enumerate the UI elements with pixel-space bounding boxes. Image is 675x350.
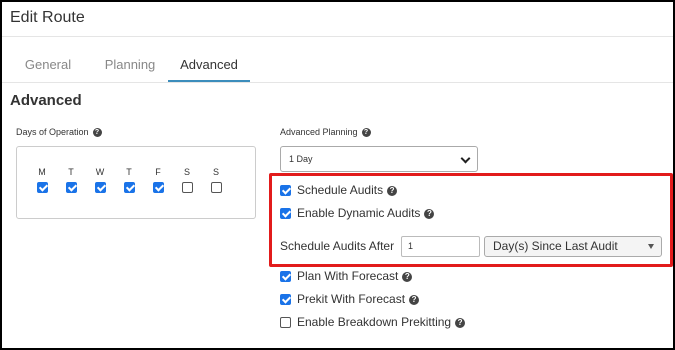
day-wednesday: W bbox=[92, 167, 108, 197]
enable-dynamic-audits-checkbox[interactable] bbox=[280, 208, 291, 220]
dropdown-arrow-icon bbox=[648, 244, 654, 249]
day-thursday: T bbox=[121, 167, 137, 197]
tab-divider bbox=[2, 82, 673, 83]
day-friday-checkbox[interactable] bbox=[152, 182, 164, 194]
enable-dynamic-audits-option[interactable]: Enable Dynamic Audits? bbox=[280, 206, 435, 220]
day-monday-checkbox[interactable] bbox=[36, 182, 48, 194]
tab-advanced[interactable]: Advanced bbox=[168, 50, 250, 82]
edit-route-window: Edit Route General Planning Advanced Adv… bbox=[0, 0, 675, 350]
tab-planning[interactable]: Planning bbox=[92, 50, 168, 82]
plan-with-forecast-option[interactable]: Plan With Forecast? bbox=[280, 269, 413, 283]
day-tuesday: T bbox=[63, 167, 79, 197]
prekit-with-forecast-label: Prekit With Forecast bbox=[297, 292, 406, 306]
schedule-audits-label: Schedule Audits bbox=[297, 183, 384, 197]
day-saturday-checkbox[interactable] bbox=[181, 182, 193, 194]
plan-with-forecast-label: Plan With Forecast bbox=[297, 269, 399, 283]
plan-with-forecast-checkbox[interactable] bbox=[280, 271, 291, 283]
advanced-planning-label: Advanced Planning? bbox=[280, 127, 371, 138]
day-wednesday-checkbox[interactable] bbox=[94, 182, 106, 194]
days-of-operation-box: M T W T F S S bbox=[16, 146, 256, 219]
advanced-planning-select[interactable]: 1 Day bbox=[280, 146, 478, 172]
day-tuesday-checkbox[interactable] bbox=[65, 182, 77, 194]
audit-interval-unit-select[interactable]: Day(s) Since Last Audit bbox=[484, 236, 662, 257]
schedule-audits-option[interactable]: Schedule Audits? bbox=[280, 183, 398, 197]
day-thursday-checkbox[interactable] bbox=[123, 182, 135, 194]
section-title: Advanced bbox=[10, 92, 82, 109]
tab-bar: General Planning Advanced bbox=[10, 50, 673, 82]
question-circle-icon[interactable]: ? bbox=[92, 128, 102, 138]
prekit-with-forecast-checkbox[interactable] bbox=[280, 294, 291, 306]
day-saturday: S bbox=[179, 167, 195, 197]
question-circle-icon[interactable]: ? bbox=[409, 294, 420, 305]
day-friday: F bbox=[150, 167, 166, 197]
question-circle-icon[interactable]: ? bbox=[402, 271, 413, 282]
days-of-operation-label: Days of Operation? bbox=[16, 127, 102, 138]
chevron-down-icon bbox=[460, 153, 471, 164]
day-sunday-checkbox[interactable] bbox=[210, 182, 222, 194]
question-circle-icon[interactable]: ? bbox=[387, 185, 398, 196]
day-monday: M bbox=[34, 167, 50, 197]
tab-general[interactable]: General bbox=[10, 50, 86, 82]
question-circle-icon[interactable]: ? bbox=[361, 128, 371, 138]
schedule-audits-checkbox[interactable] bbox=[280, 185, 291, 197]
question-circle-icon[interactable]: ? bbox=[424, 208, 435, 219]
title-divider bbox=[2, 36, 673, 37]
schedule-audits-after-input[interactable]: 1 bbox=[401, 236, 480, 257]
window-title: Edit Route bbox=[10, 9, 85, 26]
schedule-audits-after-label: Schedule Audits After bbox=[280, 239, 395, 253]
prekit-with-forecast-option[interactable]: Prekit With Forecast? bbox=[280, 292, 420, 306]
enable-breakdown-prekitting-checkbox[interactable] bbox=[280, 317, 291, 329]
enable-breakdown-prekitting-label: Enable Breakdown Prekitting bbox=[297, 315, 452, 329]
enable-dynamic-audits-label: Enable Dynamic Audits bbox=[297, 206, 421, 220]
day-sunday: S bbox=[208, 167, 224, 197]
enable-breakdown-prekitting-option[interactable]: Enable Breakdown Prekitting? bbox=[280, 315, 466, 329]
question-circle-icon[interactable]: ? bbox=[455, 317, 466, 328]
